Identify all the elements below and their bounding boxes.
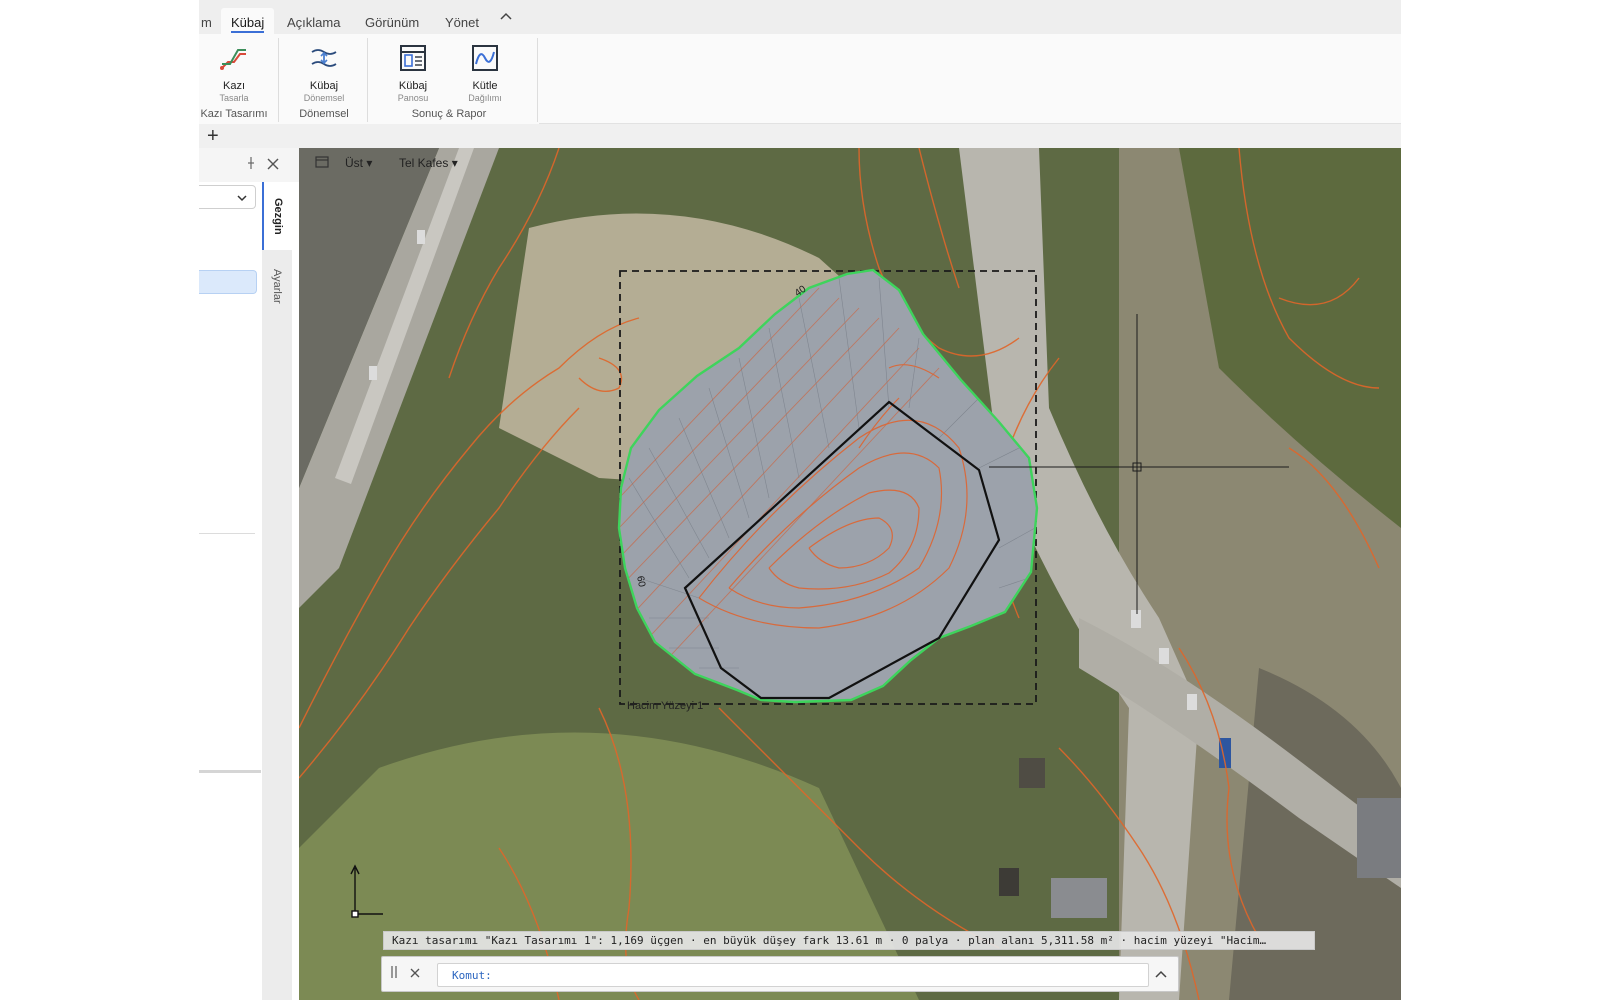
status-message: Kazı tasarımı "Kazı Tasarımı 1": 1,169 ü… — [383, 931, 1315, 950]
button-sublabel: Panosu — [397, 93, 429, 103]
tab-ayarlar[interactable]: Ayarlar — [262, 254, 292, 318]
button-sublabel: Dönemsel — [303, 93, 345, 103]
app-window: m Kübaj Açıklama Görünüm Yönet Kazı Tasa… — [199, 0, 1401, 1000]
drag-handle-icon[interactable] — [390, 965, 398, 982]
button-label: Kübaj — [398, 80, 428, 92]
periodic-volume-button[interactable]: Kübaj Dönemsel — [291, 40, 357, 103]
add-icon[interactable]: + — [207, 124, 219, 148]
button-sublabel: Tasarla — [219, 93, 249, 103]
group-label-periodic: Dönemsel — [299, 108, 349, 120]
visual-style-dropdown[interactable]: Tel Kafes ▾ — [399, 156, 458, 170]
contour-label: 60 — [634, 575, 647, 588]
panel-dropdown[interactable] — [199, 185, 256, 209]
excavation-design-button[interactable]: Kazı Tasarla — [201, 40, 267, 103]
ribbon-panel: Kazı Tasarla Kazı Tasarımı Kübaj Dönemse… — [199, 34, 539, 124]
map-viewport[interactable]: 40 60 Hacim Yüzeyi 1 Üst ▾ Tel Kafes ▾ K… — [299, 148, 1401, 1000]
tree-item-selected[interactable] — [199, 270, 257, 294]
tab-yonet[interactable]: Yönet — [435, 8, 489, 34]
panel-splitter[interactable] — [199, 770, 261, 773]
group-separator — [278, 38, 279, 122]
view-direction-dropdown[interactable]: Üst ▾ — [345, 156, 372, 170]
button-label: Kazı — [222, 80, 245, 92]
aerial-map[interactable] — [299, 148, 1401, 1000]
mass-distribution-button[interactable]: Kütle Dağılımı — [452, 40, 518, 103]
volume-dashboard-icon — [400, 45, 426, 71]
excavation-design-icon — [220, 49, 246, 70]
volume-dashboard-button[interactable]: Kübaj Panosu — [380, 40, 446, 103]
surface-label: Hacim Yüzeyi 1 — [627, 700, 704, 712]
close-icon[interactable] — [409, 965, 421, 982]
group-separator — [537, 38, 538, 122]
tab-gezgin[interactable]: Gezgin — [262, 182, 292, 250]
ribbon-tab-bar: m Kübaj Açıklama Görünüm Yönet — [199, 0, 1401, 34]
panel-divider — [199, 533, 255, 534]
command-input[interactable]: Komut: — [437, 963, 1149, 987]
group-label-results: Sonuç & Rapor — [411, 108, 487, 120]
pin-icon[interactable] — [245, 156, 257, 173]
button-label: Kütle — [472, 80, 498, 92]
ribbon-body: Kazı Tasarla Kazı Tasarımı Kübaj Dönemse… — [199, 34, 1401, 124]
tab-kubaj[interactable]: Kübaj — [221, 8, 275, 34]
command-bar: Komut: — [381, 956, 1179, 992]
button-label: Kübaj — [309, 80, 339, 92]
periodic-volume-icon — [311, 49, 337, 67]
viewport-menu-icon[interactable] — [315, 156, 329, 171]
close-icon[interactable] — [267, 154, 279, 174]
group-separator — [367, 38, 368, 122]
chevron-up-icon — [500, 12, 512, 20]
chevron-up-icon[interactable] — [1154, 965, 1168, 984]
tab-gorunum[interactable]: Görünüm — [355, 8, 429, 34]
button-sublabel: Dağılımı — [468, 93, 502, 103]
panel-header — [199, 148, 299, 182]
chevron-down-icon — [237, 189, 247, 206]
collapse-ribbon-button[interactable] — [499, 10, 513, 24]
tab-aciklama[interactable]: Açıklama — [277, 8, 350, 34]
mass-distribution-icon — [472, 45, 498, 71]
add-row: + — [199, 124, 1401, 148]
group-label-excavation: Kazı Tasarımı — [200, 108, 268, 120]
side-tab-strip: Gezgin Ayarlar — [262, 182, 292, 1000]
tab-hidden-left[interactable]: m — [199, 8, 222, 34]
